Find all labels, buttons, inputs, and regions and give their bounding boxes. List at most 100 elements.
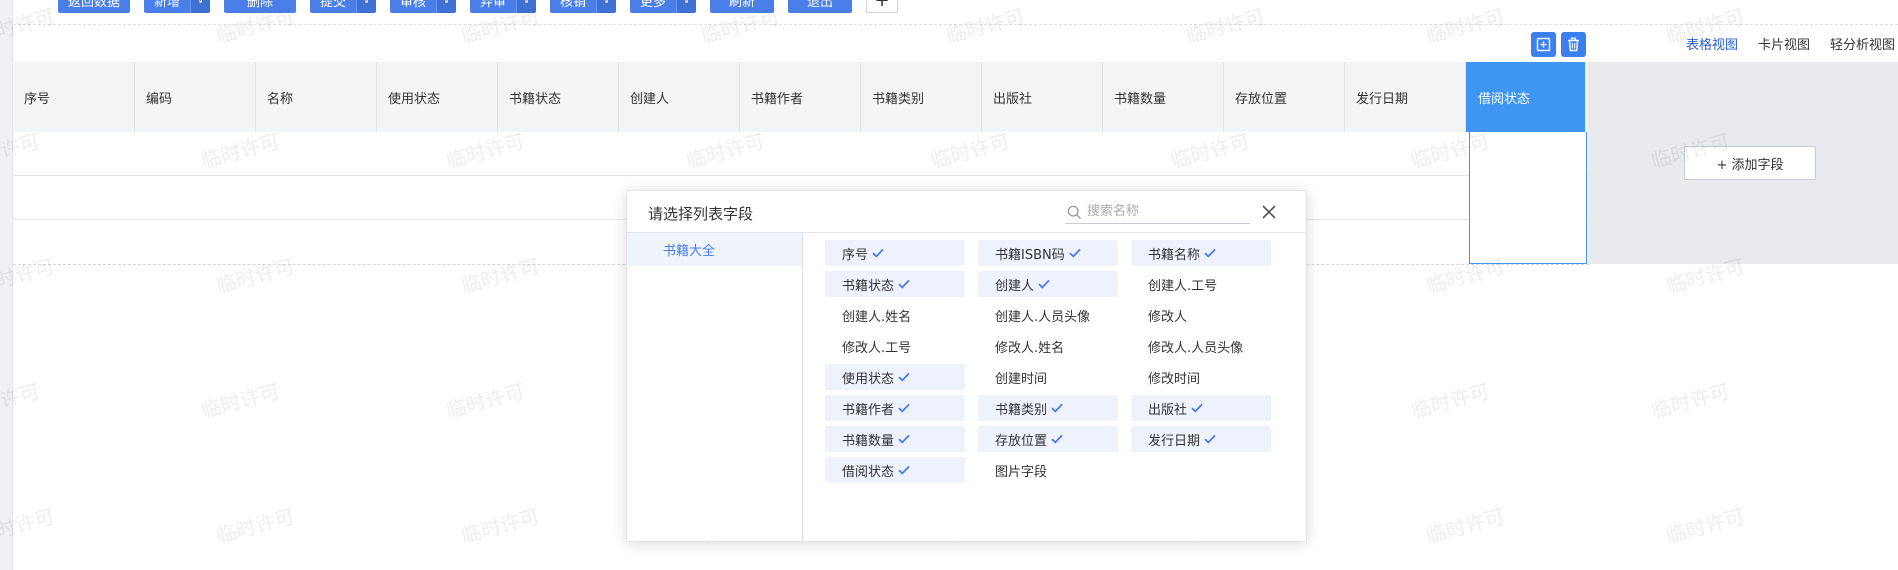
toolbar-split-button: 新增 ∨	[144, 0, 210, 13]
field-option-label: 修改人	[1148, 309, 1188, 325]
field-option[interactable]: 创建人.姓名	[825, 302, 965, 328]
toolbar-button[interactable]: 提交	[310, 0, 356, 13]
field-option[interactable]: 修改人	[1131, 302, 1271, 328]
field-option-label: 图片字段	[995, 464, 1048, 480]
toolbar-split-button: 更多 ∨	[630, 0, 696, 13]
check-icon	[1038, 279, 1050, 289]
watermark-text: 临时许可	[443, 379, 528, 423]
check-icon	[898, 279, 910, 289]
check-icon	[898, 403, 910, 413]
toolbar-button[interactable]: 新增	[144, 0, 190, 13]
field-option[interactable]: 书籍名称	[1131, 240, 1271, 266]
check-icon	[1051, 403, 1063, 413]
field-option-label: 书籍作者	[842, 402, 895, 418]
toolbar-add-button[interactable]: +	[866, 0, 898, 13]
field-option[interactable]: 借阅状态	[825, 457, 965, 483]
search-box	[1065, 200, 1250, 224]
toolbar-button[interactable]: 核销	[550, 0, 596, 13]
close-icon[interactable]	[1259, 202, 1279, 222]
search-icon	[1067, 205, 1081, 219]
field-option[interactable]: 书籍状态	[825, 271, 965, 297]
trash-icon	[1568, 37, 1579, 52]
column-header[interactable]: 书籍类别	[861, 62, 982, 132]
check-icon	[872, 248, 884, 258]
column-header[interactable]: 创建人	[619, 62, 740, 132]
field-option[interactable]: 图片字段	[978, 457, 1118, 483]
toolbar-button[interactable]: 审核	[390, 0, 436, 13]
add-field-button[interactable]: + 添加字段	[1684, 146, 1816, 180]
category-item[interactable]: 书籍大全	[627, 233, 802, 266]
toolbar-button[interactable]: 刷新	[710, 0, 774, 13]
dialog-body: 书籍大全 序号 书籍ISBN码 书籍名称书籍状态 创建人 创建人.工号创建人.姓名 创建人…	[627, 233, 1306, 541]
field-option[interactable]: 创建人.人员头像	[978, 302, 1118, 328]
chevron-down-icon[interactable]: ∨	[676, 0, 696, 13]
toolbar-button[interactable]: 返回数据	[58, 0, 130, 13]
field-grid: 序号 书籍ISBN码 书籍名称书籍状态 创建人 创建人.工号创建人.姓名 创建人.人员头像…	[825, 240, 1278, 483]
watermark-text: 临时许可	[458, 504, 543, 548]
field-option[interactable]: 修改人.工号	[825, 333, 965, 359]
column-header[interactable]: 使用状态	[377, 62, 498, 132]
tab-table-view[interactable]: 表格视图	[1686, 34, 1738, 53]
toolbar-split-button: 核销 ∨	[550, 0, 616, 13]
column-header[interactable]: 书籍状态	[498, 62, 619, 132]
field-option-label: 出版社	[1148, 402, 1188, 418]
left-edge	[0, 0, 13, 570]
delete-view-button[interactable]	[1561, 32, 1586, 57]
check-icon	[898, 372, 910, 382]
field-option[interactable]: 修改时间	[1131, 364, 1271, 390]
toolbar-divider	[13, 24, 1898, 25]
field-option[interactable]: 修改人.姓名	[978, 333, 1118, 359]
field-option[interactable]: 书籍作者	[825, 395, 965, 421]
field-option[interactable]: 创建人	[978, 271, 1118, 297]
chevron-down-icon[interactable]: ∨	[596, 0, 616, 13]
add-view-button[interactable]	[1531, 32, 1556, 57]
column-header[interactable]: 序号	[13, 62, 135, 132]
field-option-label: 书籍状态	[842, 278, 895, 294]
field-option-label: 修改时间	[1148, 371, 1201, 387]
field-option[interactable]: 创建时间	[978, 364, 1118, 390]
toolbar-button[interactable]: 弃审	[470, 0, 516, 13]
chevron-down-icon[interactable]: ∨	[190, 0, 210, 13]
field-option-label: 存放位置	[995, 433, 1048, 449]
field-option[interactable]: 使用状态	[825, 364, 965, 390]
chevron-down-icon[interactable]: ∨	[516, 0, 536, 13]
add-field-panel: + 添加字段	[1588, 62, 1898, 264]
field-option[interactable]: 序号	[825, 240, 965, 266]
toolbar-split-button: 审核 ∨	[390, 0, 456, 13]
chevron-down-icon[interactable]: ∨	[356, 0, 376, 13]
field-option-label: 创建时间	[995, 371, 1048, 387]
field-option[interactable]: 发行日期	[1131, 426, 1271, 452]
check-icon	[1051, 434, 1063, 444]
column-header[interactable]: 存放位置	[1224, 62, 1345, 132]
column-header[interactable]: 发行日期	[1345, 62, 1466, 132]
field-option[interactable]: 书籍ISBN码	[978, 240, 1118, 266]
chevron-down-icon[interactable]: ∨	[436, 0, 456, 13]
add-box-icon	[1536, 37, 1551, 52]
column-header[interactable]: 书籍数量	[1103, 62, 1224, 132]
toolbar-button[interactable]: 删除	[224, 0, 296, 13]
field-option[interactable]: 修改人.人员头像	[1131, 333, 1271, 359]
field-option[interactable]: 存放位置	[978, 426, 1118, 452]
tab-light-analysis-view[interactable]: 轻分析视图	[1830, 34, 1895, 53]
field-option-label: 序号	[842, 247, 869, 263]
check-icon	[898, 434, 910, 444]
watermark-text: 临时许可	[1408, 379, 1493, 423]
tab-card-view[interactable]: 卡片视图	[1758, 34, 1810, 53]
watermark-text: 临时许可	[1648, 379, 1733, 423]
column-header[interactable]: 出版社	[982, 62, 1103, 132]
toolbar-split-button: 弃审 ∨	[470, 0, 536, 13]
toolbar-button[interactable]: 更多	[630, 0, 676, 13]
search-input[interactable]	[1087, 204, 1242, 219]
column-header[interactable]: 名称	[256, 62, 377, 132]
field-option[interactable]: 书籍数量	[825, 426, 965, 452]
column-header[interactable]: 书籍作者	[740, 62, 861, 132]
watermark-text: 临时许可	[1423, 504, 1508, 548]
field-option[interactable]: 出版社	[1131, 395, 1271, 421]
field-option[interactable]: 书籍类别	[978, 395, 1118, 421]
column-header[interactable]: 编码	[135, 62, 256, 132]
toolbar-button[interactable]: 退出	[788, 0, 852, 13]
field-option[interactable]: 创建人.工号	[1131, 271, 1271, 297]
field-option-label: 使用状态	[842, 371, 895, 387]
column-header-active[interactable]: 借阅状态	[1466, 62, 1585, 132]
table-row[interactable]	[13, 132, 1589, 176]
